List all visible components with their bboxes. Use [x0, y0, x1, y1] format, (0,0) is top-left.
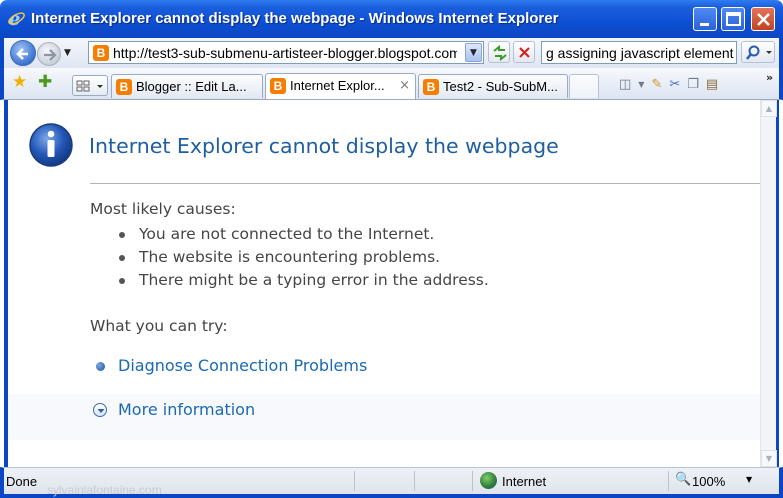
scroll-down-button[interactable]: ▼	[761, 450, 777, 467]
list-item: There might be a typing error in the add…	[119, 270, 489, 293]
command-bar: ◫ ▼ ✎ ✂ ❐ ▤	[619, 74, 718, 94]
divider	[472, 471, 473, 491]
diagnose-bullet-icon	[96, 362, 105, 371]
divider	[90, 183, 760, 184]
info-icon	[29, 123, 73, 167]
window-title: Internet Explorer cannot display the web…	[31, 10, 559, 27]
try-heading: What you can try:	[90, 317, 228, 335]
back-button[interactable]	[10, 40, 36, 66]
causes-list: You are not connected to the Internet. T…	[119, 224, 489, 293]
close-icon	[757, 13, 770, 26]
ie-logo-icon: e	[8, 9, 25, 28]
maximize-button[interactable]	[721, 7, 745, 31]
new-tab-button[interactable]	[569, 74, 599, 98]
blogger-icon: B	[116, 79, 132, 95]
tab-internet-explorer[interactable]: B Internet Explor... ×	[265, 73, 416, 99]
title-bar: e Internet Explorer cannot display the w…	[0, 0, 783, 38]
feeds-icon[interactable]: ◫	[619, 77, 631, 92]
search-icon	[746, 45, 772, 60]
feeds-dropdown-icon[interactable]: ▼	[638, 80, 644, 89]
quick-tabs-button[interactable]	[72, 75, 108, 96]
back-arrow-icon	[16, 48, 28, 60]
zoom-level[interactable]: 100%	[692, 474, 725, 489]
search-box[interactable]: g assigning javascript element	[541, 41, 737, 64]
list-item: The website is encountering problems.	[119, 247, 489, 270]
causes-heading: Most likely causes:	[90, 200, 236, 218]
error-page: Internet Explorer cannot display the web…	[8, 100, 760, 467]
forward-button[interactable]	[37, 42, 61, 66]
refresh-icon	[493, 44, 507, 62]
vertical-scrollbar[interactable]: ▲ ▼	[760, 100, 777, 467]
divider	[414, 471, 415, 491]
address-toolbar: ▼ B http://test3-sub-submenu-artisteer-b…	[0, 38, 783, 68]
scroll-up-button[interactable]: ▲	[761, 100, 777, 117]
zoom-dropdown-icon[interactable]: ▼	[746, 475, 752, 484]
watermark: sylvainlafontaine.com	[47, 483, 162, 497]
status-bar: Done sylvainlafontaine.com Internet 🔍 10…	[0, 467, 783, 498]
tab-label: Internet Explor...	[290, 78, 385, 93]
minimize-icon	[700, 23, 709, 26]
blogger-icon: B	[423, 79, 439, 95]
security-zone-label[interactable]: Internet	[502, 474, 546, 489]
stop-icon	[519, 47, 530, 58]
refresh-button[interactable]	[488, 41, 510, 63]
more-information-link[interactable]: More information	[118, 400, 255, 419]
diagnose-connection-link[interactable]: Diagnose Connection Problems	[118, 356, 367, 375]
forward-arrow-icon	[44, 49, 57, 61]
address-bar[interactable]: B http://test3-sub-submenu-artisteer-blo…	[88, 41, 484, 64]
add-favorites-icon[interactable]: ✚	[38, 72, 52, 92]
blogger-icon: B	[270, 78, 286, 94]
tab-test2-sub-submenu[interactable]: B Test2 - Sub-SubM...	[418, 74, 568, 98]
tab-blogger-edit[interactable]: B Blogger :: Edit La...	[111, 74, 263, 98]
cut-icon[interactable]: ✂	[669, 77, 680, 92]
divider	[354, 471, 355, 491]
tab-close-icon[interactable]: ×	[399, 78, 410, 93]
blogger-icon: B	[93, 45, 109, 61]
zoom-icon[interactable]: 🔍	[675, 472, 691, 487]
page-content: Internet Explorer cannot display the web…	[4, 100, 779, 467]
address-url[interactable]: http://test3-sub-submenu-artisteer-blogg…	[113, 45, 457, 61]
search-button[interactable]	[741, 41, 775, 63]
recent-pages-dropdown[interactable]: ▼	[64, 48, 74, 58]
favorites-star-icon[interactable]: ★	[12, 72, 27, 92]
tab-label: Test2 - Sub-SubM...	[443, 79, 558, 94]
divider	[668, 471, 669, 491]
search-input[interactable]: g assigning javascript element	[546, 45, 734, 61]
more-tools-chevron-icon[interactable]: »	[766, 71, 773, 84]
status-text: Done	[6, 474, 38, 489]
minimize-button[interactable]	[693, 7, 717, 31]
address-dropdown-button[interactable]: ▼	[465, 43, 482, 62]
expand-more-icon[interactable]	[93, 403, 107, 417]
close-button[interactable]	[751, 7, 775, 31]
tab-toolbar: ★ ✚ B Blogger :: Edit La... B Internet E…	[0, 68, 783, 100]
chevron-down-icon	[97, 409, 105, 413]
maximize-icon	[726, 12, 741, 26]
internet-zone-globe-icon	[480, 472, 497, 489]
edit-icon[interactable]: ✎	[651, 77, 662, 92]
paste-icon[interactable]: ▤	[706, 77, 718, 92]
tab-label: Blogger :: Edit La...	[136, 79, 247, 94]
list-item: You are not connected to the Internet.	[119, 224, 489, 247]
stop-button[interactable]	[513, 41, 535, 63]
copy-icon[interactable]: ❐	[687, 77, 699, 92]
page-title: Internet Explorer cannot display the web…	[89, 134, 559, 158]
quick-tabs-icon	[76, 80, 103, 92]
